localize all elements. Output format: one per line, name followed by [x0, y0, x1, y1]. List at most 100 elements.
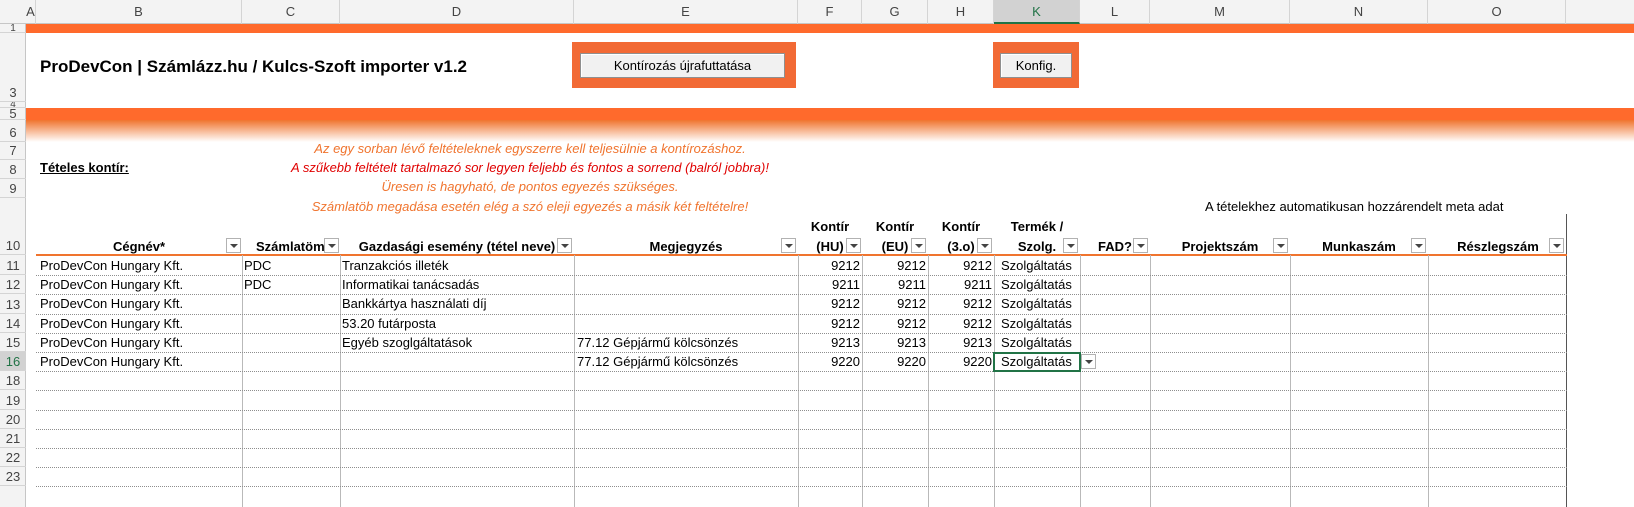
column-header-G[interactable]: G: [862, 0, 928, 24]
header-underline: [36, 254, 1567, 256]
column-header-B[interactable]: B: [36, 0, 242, 24]
bottom-orange-band: [26, 108, 1634, 120]
cell-kontir-hu[interactable]: 9211: [800, 275, 860, 294]
cell-szamlatomb[interactable]: PDC: [244, 275, 338, 294]
cell-kontir-3o[interactable]: 9212: [930, 314, 992, 333]
grid-row-line: [36, 371, 1567, 372]
filter-kontir-3o-dropdown-icon[interactable]: [977, 238, 992, 253]
column-header-D[interactable]: D: [340, 0, 574, 24]
column-header-K[interactable]: K: [994, 0, 1080, 24]
row-header-20[interactable]: 20: [0, 410, 26, 429]
column-header-M[interactable]: M: [1150, 0, 1290, 24]
row-header-10[interactable]: 10: [0, 198, 26, 255]
cell-kontir-hu[interactable]: 9212: [800, 256, 860, 275]
filter-szamlatomb-dropdown-icon[interactable]: [324, 238, 339, 253]
row-header-9[interactable]: 9: [0, 179, 26, 198]
cell-esemeny[interactable]: Egyéb szoglgáltatások: [342, 333, 572, 352]
cell-kontir-eu[interactable]: 9213: [864, 333, 926, 352]
row-header-7[interactable]: 7: [0, 142, 26, 160]
cell-esemeny[interactable]: Bankkártya használati díj: [342, 294, 572, 313]
cell-esemeny[interactable]: Informatikai tanácsadás: [342, 275, 572, 294]
cell-kontir-hu[interactable]: 9212: [800, 294, 860, 313]
row-header-1[interactable]: 1: [0, 24, 26, 33]
row-header-19[interactable]: 19: [0, 390, 26, 410]
grid-column-line: [798, 255, 799, 507]
grid-column-line: [1080, 255, 1081, 507]
cell-kontir-3o[interactable]: 9212: [930, 256, 992, 275]
filter-fad-dropdown-icon[interactable]: [1133, 238, 1148, 253]
filter-munkaszam-dropdown-icon[interactable]: [1411, 238, 1426, 253]
cell-kontir-3o[interactable]: 9211: [930, 275, 992, 294]
cell-kontir-eu[interactable]: 9212: [864, 294, 926, 313]
row-header-6[interactable]: 6: [0, 120, 26, 142]
filter-esemeny-dropdown-icon[interactable]: [557, 238, 572, 253]
column-header-C[interactable]: C: [242, 0, 340, 24]
cell-esemeny[interactable]: Tranzakciós illeték: [342, 256, 572, 275]
header-kontir-eu-line1: Kontír: [875, 219, 915, 234]
cell-cegnev[interactable]: ProDevCon Hungary Kft.: [40, 275, 240, 294]
cell-termek[interactable]: Szolgáltatás: [1001, 314, 1079, 333]
cell-kontir-3o[interactable]: 9213: [930, 333, 992, 352]
cell-kontir-eu[interactable]: 9212: [864, 256, 926, 275]
row-header-8[interactable]: 8: [0, 160, 26, 179]
section-label: Tételes kontír:: [40, 160, 129, 175]
cell-kontir-hu[interactable]: 9212: [800, 314, 860, 333]
filter-termek-dropdown-icon[interactable]: [1063, 238, 1078, 253]
cell-kontir-3o[interactable]: 9220: [930, 352, 992, 371]
grid-column-line: [242, 255, 243, 507]
cell-esemeny[interactable]: 53.20 futárposta: [342, 314, 572, 333]
cell-cegnev[interactable]: ProDevCon Hungary Kft.: [40, 256, 240, 275]
cell-cegnev[interactable]: ProDevCon Hungary Kft.: [40, 352, 240, 371]
cell-kontir-3o[interactable]: 9212: [930, 294, 992, 313]
cell-megjegyzes[interactable]: 77.12 Gépjármű kölcsönzés: [577, 352, 797, 371]
filter-megjegyzes-dropdown-icon[interactable]: [781, 238, 796, 253]
cell-cegnev[interactable]: ProDevCon Hungary Kft.: [40, 314, 240, 333]
row-header-5[interactable]: 5: [0, 108, 26, 120]
header-kontir-hu-line1: Kontír: [810, 219, 850, 234]
filter-kontir-eu-dropdown-icon[interactable]: [911, 238, 926, 253]
row-header-11[interactable]: 11: [0, 255, 26, 275]
column-header-F[interactable]: F: [798, 0, 862, 24]
cell-termek[interactable]: Szolgáltatás: [1001, 352, 1079, 371]
row-header-13[interactable]: 13: [0, 294, 26, 314]
cell-kontir-hu[interactable]: 9213: [800, 333, 860, 352]
cell-cegnev[interactable]: ProDevCon Hungary Kft.: [40, 294, 240, 313]
filter-projektszam-dropdown-icon[interactable]: [1273, 238, 1288, 253]
cell-kontir-eu[interactable]: 9220: [864, 352, 926, 371]
row-header-22[interactable]: 22: [0, 448, 26, 467]
page-title: ProDevCon | Számlázz.hu / Kulcs-Szoft im…: [40, 57, 468, 76]
row-header-21[interactable]: 21: [0, 429, 26, 448]
row-header-3[interactable]: 3: [0, 33, 26, 102]
cell-termek[interactable]: Szolgáltatás: [1001, 333, 1079, 352]
column-header-E[interactable]: E: [574, 0, 798, 24]
cell-szamlatomb[interactable]: PDC: [244, 256, 338, 275]
row-header-16[interactable]: 16: [0, 352, 26, 371]
grid-row-line: [36, 429, 1567, 430]
filter-kontir-hu-dropdown-icon[interactable]: [846, 238, 861, 253]
row-header-18[interactable]: 18: [0, 371, 26, 390]
active-cell-outline: [993, 352, 1081, 372]
row-header-14[interactable]: 14: [0, 314, 26, 333]
cell-termek[interactable]: Szolgáltatás: [1001, 256, 1079, 275]
column-header-N[interactable]: N: [1290, 0, 1428, 24]
cell-megjegyzes[interactable]: 77.12 Gépjármű kölcsönzés: [577, 333, 797, 352]
cell-termek[interactable]: Szolgáltatás: [1001, 275, 1079, 294]
column-header-O[interactable]: O: [1428, 0, 1566, 24]
row-header-23[interactable]: 23: [0, 467, 26, 486]
row-header-12[interactable]: 12: [0, 275, 26, 294]
column-header-H[interactable]: H: [928, 0, 994, 24]
cell-kontir-eu[interactable]: 9212: [864, 314, 926, 333]
cell-kontir-hu[interactable]: 9220: [800, 352, 860, 371]
cell-cegnev[interactable]: ProDevCon Hungary Kft.: [40, 333, 240, 352]
grid-column-line: [574, 255, 575, 507]
filter-cegnev-dropdown-icon[interactable]: [226, 238, 241, 253]
config-button[interactable]: Konfig.: [1000, 53, 1072, 78]
column-header-L[interactable]: L: [1080, 0, 1150, 24]
cell-kontir-eu[interactable]: 9211: [864, 275, 926, 294]
filter-reszlegszam-dropdown-icon[interactable]: [1549, 238, 1564, 253]
cell-termek[interactable]: Szolgáltatás: [1001, 294, 1079, 313]
rerun-accounting-button[interactable]: Kontírozás újrafuttatása: [580, 53, 785, 78]
row-header-15[interactable]: 15: [0, 333, 26, 352]
column-header-A[interactable]: A: [26, 0, 36, 24]
cell-dropdown-icon[interactable]: [1081, 354, 1096, 369]
